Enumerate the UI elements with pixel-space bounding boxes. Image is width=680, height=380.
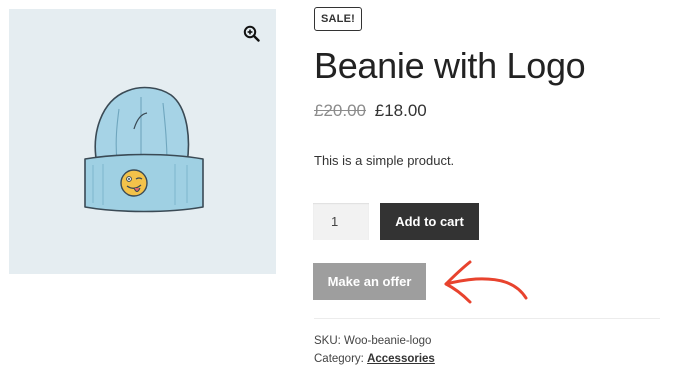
make-an-offer-button[interactable]: Make an offer: [313, 263, 426, 300]
product-page: SALE! Beanie with Logo £20.00 £18.00 Thi…: [0, 0, 680, 380]
sku-value: Woo-beanie-logo: [344, 335, 432, 347]
sku-label: SKU:: [314, 335, 341, 347]
sale-price: £18.00: [374, 101, 427, 120]
product-gallery: [9, 9, 276, 274]
zoom-icon[interactable]: [242, 24, 262, 44]
beanie-product-image[interactable]: [79, 79, 204, 214]
category-label: Category:: [314, 353, 364, 365]
sale-badge: SALE!: [314, 7, 362, 31]
product-price: £20.00 £18.00: [314, 100, 427, 122]
quantity-input[interactable]: [313, 203, 369, 240]
meta-divider: [314, 318, 660, 319]
product-title: Beanie with Logo: [314, 45, 586, 86]
product-sku: SKU: Woo-beanie-logo: [314, 333, 431, 349]
category-link-accessories[interactable]: Accessories: [367, 353, 435, 365]
original-price: £20.00: [314, 101, 366, 120]
annotation-arrow-icon: [444, 260, 528, 304]
product-short-description: This is a simple product.: [314, 153, 455, 168]
product-category: Category: Accessories: [314, 351, 435, 367]
add-to-cart-button[interactable]: Add to cart: [380, 203, 479, 240]
